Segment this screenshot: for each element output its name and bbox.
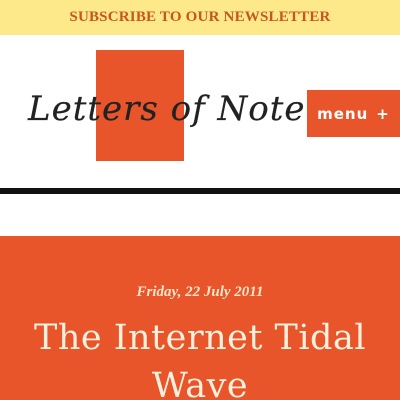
subscribe-newsletter-link[interactable]: SUBSCRIBE TO OUR NEWSLETTER <box>69 9 330 26</box>
newsletter-banner: SUBSCRIBE TO OUR NEWSLETTER <box>0 0 400 35</box>
logo-text: Letters of Note <box>27 89 306 129</box>
site-logo[interactable]: Letters of Note <box>26 50 305 162</box>
plus-icon: + <box>376 104 390 123</box>
post-hero: Friday, 22 July 2011 The Internet Tidal … <box>0 236 400 400</box>
post-date: Friday, 22 July 2011 <box>136 284 264 300</box>
site-header: Letters of Note menu + <box>0 35 400 190</box>
post-title: The Internet Tidal Wave <box>33 318 367 400</box>
header-divider <box>0 188 400 194</box>
logo-script-text: Letters of Note <box>27 89 305 129</box>
menu-label: menu <box>317 104 369 123</box>
menu-button[interactable]: menu + <box>307 90 400 137</box>
